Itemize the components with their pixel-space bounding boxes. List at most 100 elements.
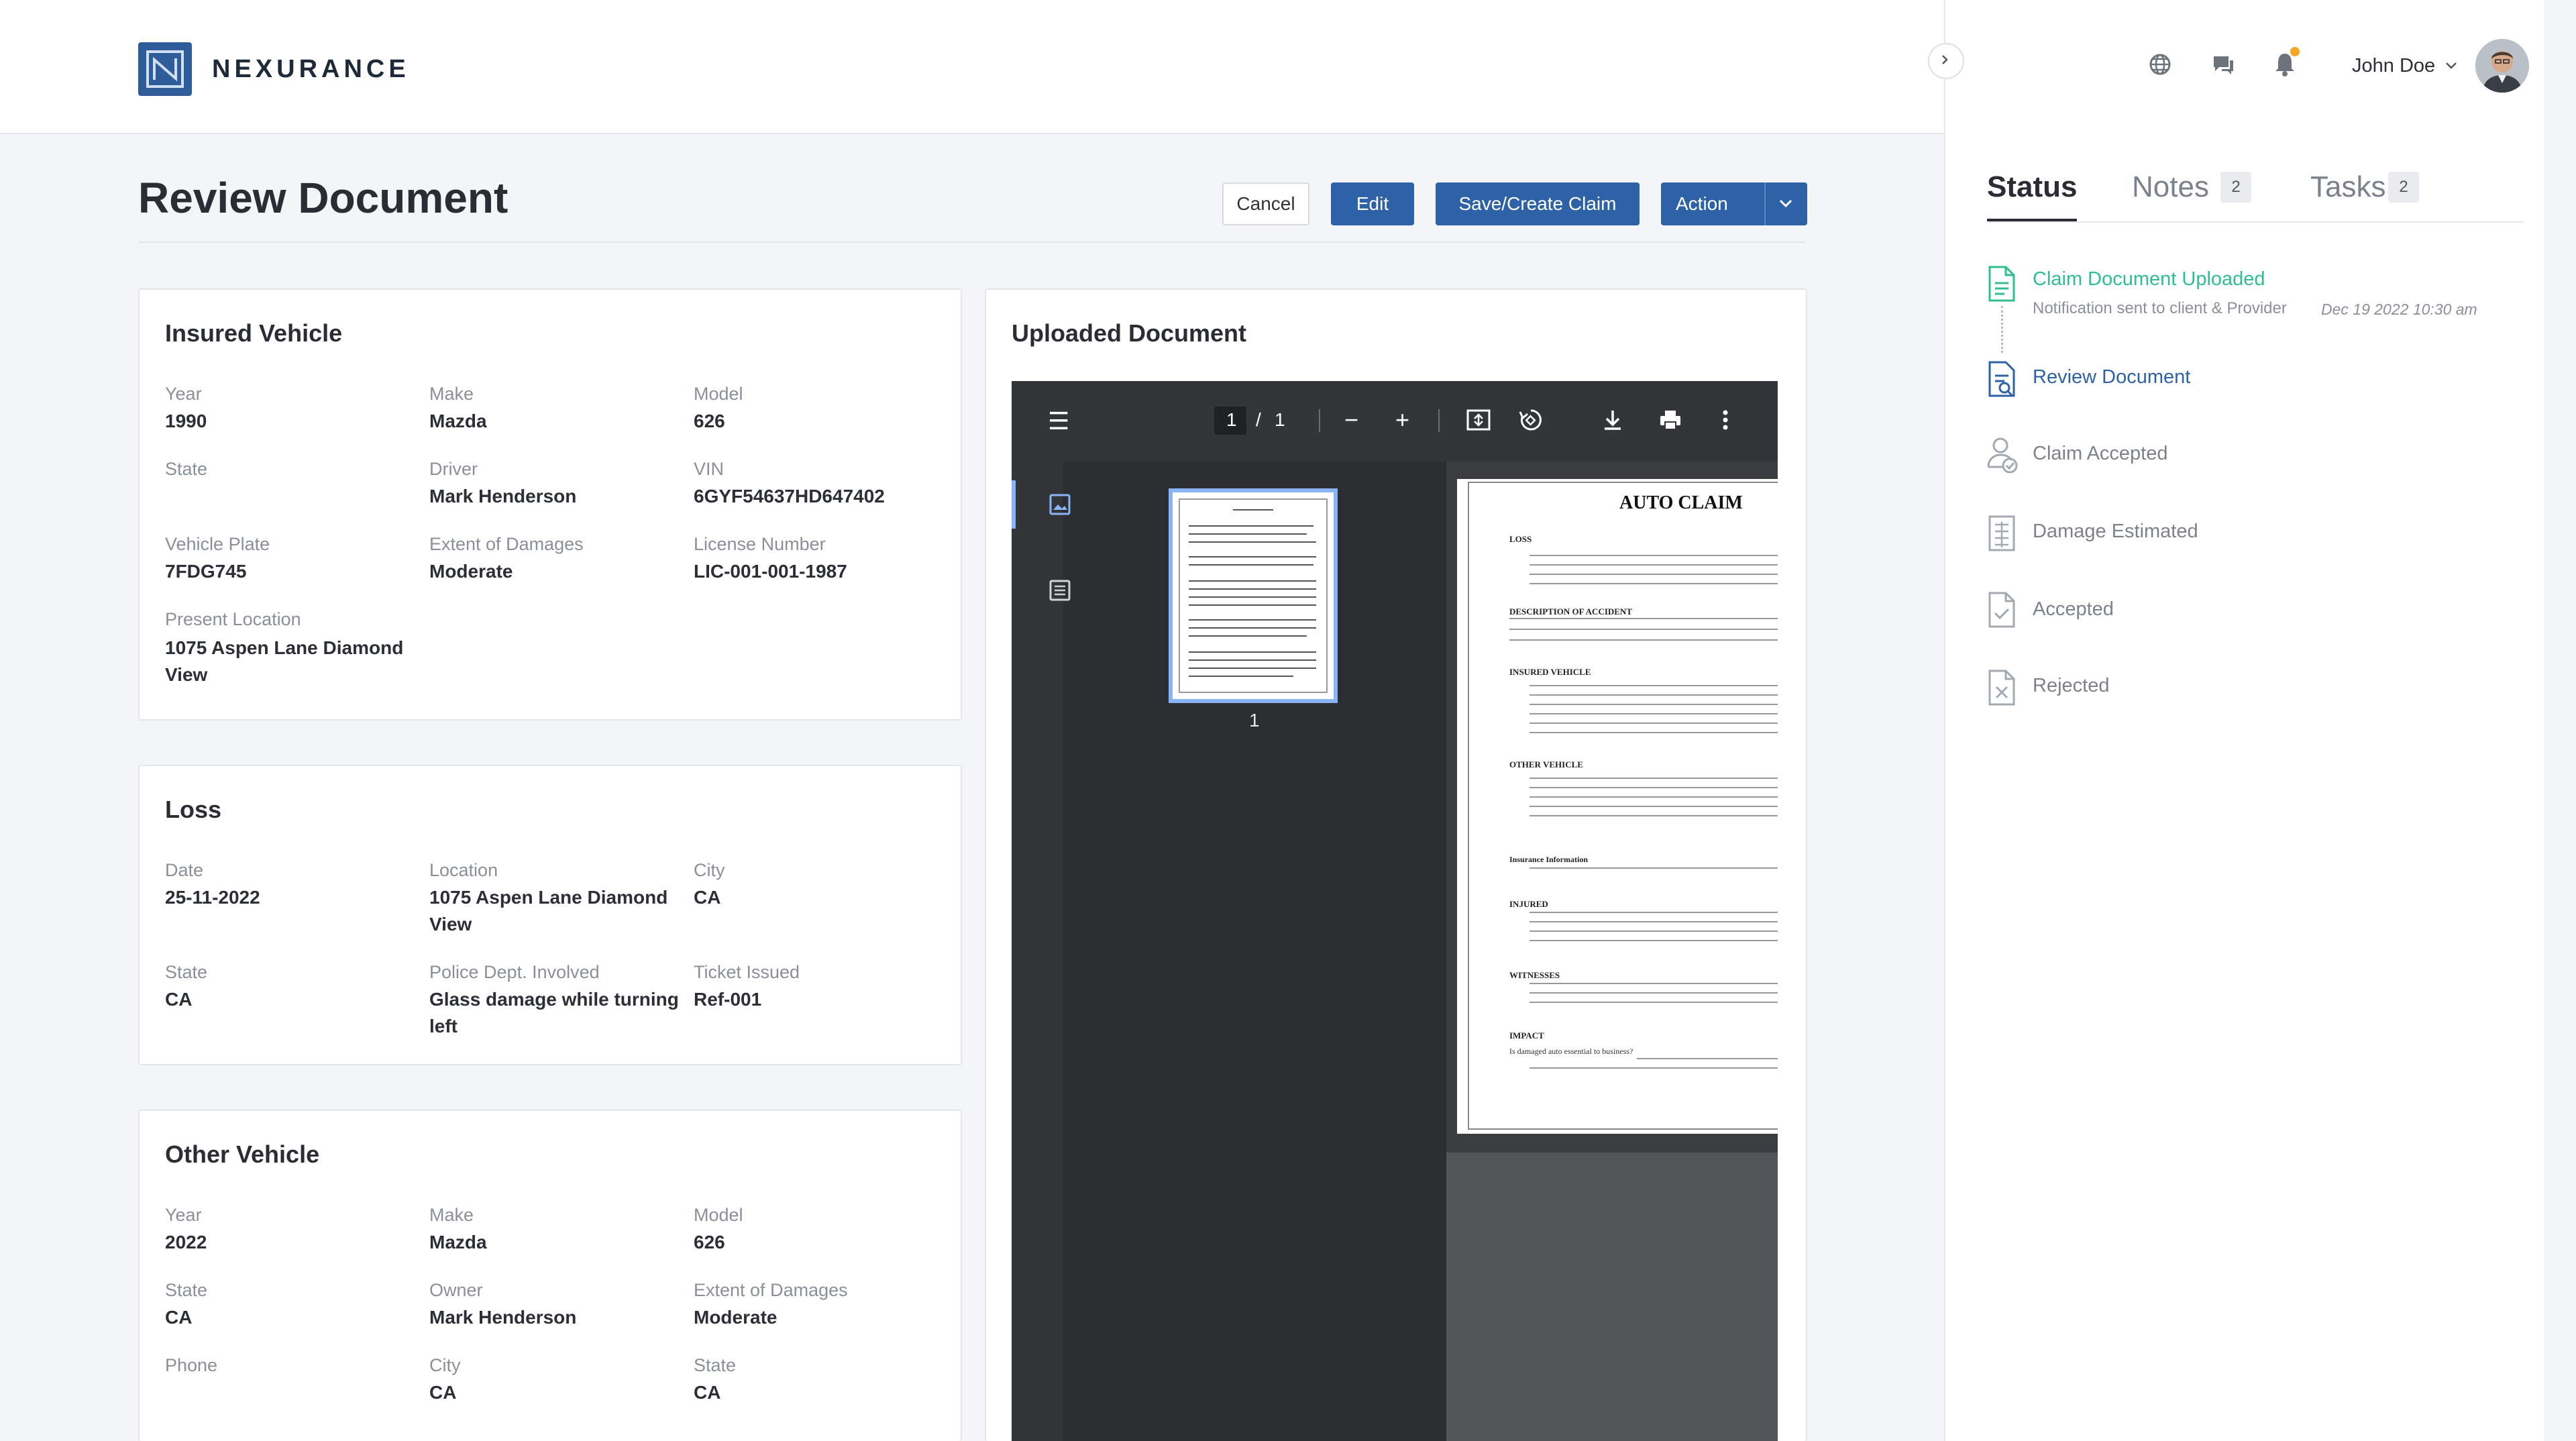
tab-tasks[interactable]: Tasks	[2310, 170, 2385, 204]
timeline-step-label: Review Document	[2033, 366, 2191, 388]
print-icon[interactable]	[1657, 407, 1684, 437]
loss-title: Loss	[165, 796, 222, 823]
notes-count-badge: 2	[2220, 172, 2251, 203]
rotate-icon[interactable]	[1517, 407, 1544, 437]
save-create-claim-button[interactable]: Save/Create Claim	[1436, 182, 1640, 225]
field-value: CA	[165, 1307, 193, 1328]
tab-status[interactable]: Status	[1987, 170, 2077, 204]
field-value: 1075 Aspen Lane Diamond	[165, 637, 404, 658]
uploaded-document-title: Uploaded Document	[1012, 319, 1247, 347]
field-label: State	[694, 1355, 737, 1375]
review-document-icon	[1984, 360, 2019, 398]
field-label: State	[165, 962, 208, 982]
field-value: Ref-001	[694, 989, 762, 1010]
timeline-step-label: Rejected	[2033, 675, 2110, 696]
field-value: Moderate	[429, 561, 513, 582]
zoom-out-icon[interactable]: −	[1344, 407, 1358, 433]
timeline-connector	[2001, 306, 2003, 353]
tab-notes[interactable]: Notes	[2132, 170, 2209, 204]
document-uploaded-icon	[1984, 264, 2019, 303]
field-value: left	[429, 1016, 458, 1036]
field-label: Date	[165, 860, 204, 880]
notification-dot	[2290, 47, 2300, 56]
field-value: Glass damage while turning	[429, 989, 679, 1010]
field-label: Year	[165, 1205, 202, 1225]
field-label: Year	[165, 384, 202, 404]
user-name[interactable]: John Doe	[2352, 55, 2435, 77]
field-label: VIN	[694, 459, 724, 479]
avatar[interactable]	[2475, 39, 2529, 93]
field-label: Police Dept. Involved	[429, 962, 600, 982]
globe-icon[interactable]	[2147, 51, 2174, 81]
field-label: Model	[694, 1205, 743, 1225]
timeline-step-timestamp: Dec 19 2022 10:30 am	[2321, 301, 2477, 318]
right-panel	[1944, 0, 2545, 1441]
chevron-right-icon	[1938, 53, 1951, 70]
page-current: 1	[1226, 409, 1237, 430]
brand-logo-icon[interactable]	[138, 42, 192, 96]
thumbnail-page-label: 1	[1249, 710, 1260, 731]
chat-icon[interactable]	[2210, 51, 2237, 81]
field-value: Mark Henderson	[429, 486, 577, 506]
page-separator: /	[1256, 409, 1261, 430]
cancel-button[interactable]: Cancel	[1222, 182, 1309, 225]
field-value: 1990	[165, 411, 207, 431]
field-label: Driver	[429, 459, 478, 479]
chevron-down-icon[interactable]	[2443, 59, 2459, 76]
field-label: Extent of Damages	[694, 1280, 848, 1300]
zoom-in-icon[interactable]: +	[1395, 407, 1409, 433]
fit-page-icon[interactable]	[1465, 407, 1492, 437]
field-value: 6GYF54637HD647402	[694, 486, 885, 506]
field-value: 7FDG745	[165, 561, 247, 582]
active-indicator	[1012, 480, 1016, 529]
field-value: CA	[694, 1382, 721, 1403]
field-value: CA	[694, 887, 721, 908]
timeline-step-label: Damage Estimated	[2033, 521, 2198, 542]
field-label: Owner	[429, 1280, 483, 1300]
damage-estimated-icon	[1984, 514, 2019, 553]
pdf-form-lines	[1503, 543, 1778, 1073]
field-value: 626	[694, 411, 725, 431]
right-gutter	[2544, 0, 2576, 1441]
field-label: State	[165, 1280, 208, 1300]
page-thumbnail[interactable]	[1169, 488, 1338, 703]
field-label: City	[694, 860, 725, 880]
field-value: Mazda	[429, 1232, 487, 1252]
field-label: Model	[694, 384, 743, 404]
action-divider	[1764, 182, 1766, 225]
action-dropdown-chevron-icon[interactable]	[1774, 196, 1798, 212]
timeline-step-label: Claim Document Uploaded	[2033, 268, 2265, 290]
download-icon[interactable]	[1599, 407, 1626, 437]
other-vehicle-title: Other Vehicle	[165, 1140, 320, 1168]
thumbnail-view-icon[interactable]	[1048, 492, 1072, 520]
pdf-heading: AUTO CLAIM	[1619, 492, 1743, 513]
tasks-count-badge: 2	[2388, 172, 2419, 203]
field-label: Location	[429, 860, 498, 880]
field-label: City	[429, 1355, 461, 1375]
field-value: CA	[429, 1382, 457, 1403]
field-label: Extent of Damages	[429, 534, 584, 554]
menu-icon[interactable]: ☰	[1048, 408, 1069, 435]
field-value: 25-11-2022	[165, 887, 260, 908]
field-value: 1075 Aspen Lane Diamond	[429, 887, 668, 908]
field-value: 2022	[165, 1232, 207, 1252]
timeline-step-label: Claim Accepted	[2033, 443, 2168, 464]
tabs-divider	[1987, 221, 2524, 223]
pdf-side-strip	[1012, 462, 1063, 1441]
field-value: LIC-001-001-1987	[694, 561, 847, 582]
timeline-step-detail: Notification sent to client & Provider	[2033, 299, 2287, 317]
edit-button[interactable]: Edit	[1331, 182, 1414, 225]
outline-view-icon[interactable]	[1048, 578, 1072, 606]
field-value: View	[429, 914, 472, 935]
field-label: Present Location	[165, 609, 301, 629]
field-label: Make	[429, 1205, 474, 1225]
page-title: Review Document	[138, 174, 508, 222]
field-label: Make	[429, 384, 474, 404]
more-options-icon[interactable]	[1717, 407, 1733, 437]
loss-card	[138, 765, 962, 1065]
field-label: State	[165, 459, 208, 479]
accepted-icon	[1984, 590, 2019, 629]
timeline-step-label: Accepted	[2033, 598, 2114, 620]
toolbar-divider	[1319, 409, 1320, 432]
claim-accepted-icon	[1984, 436, 2019, 475]
